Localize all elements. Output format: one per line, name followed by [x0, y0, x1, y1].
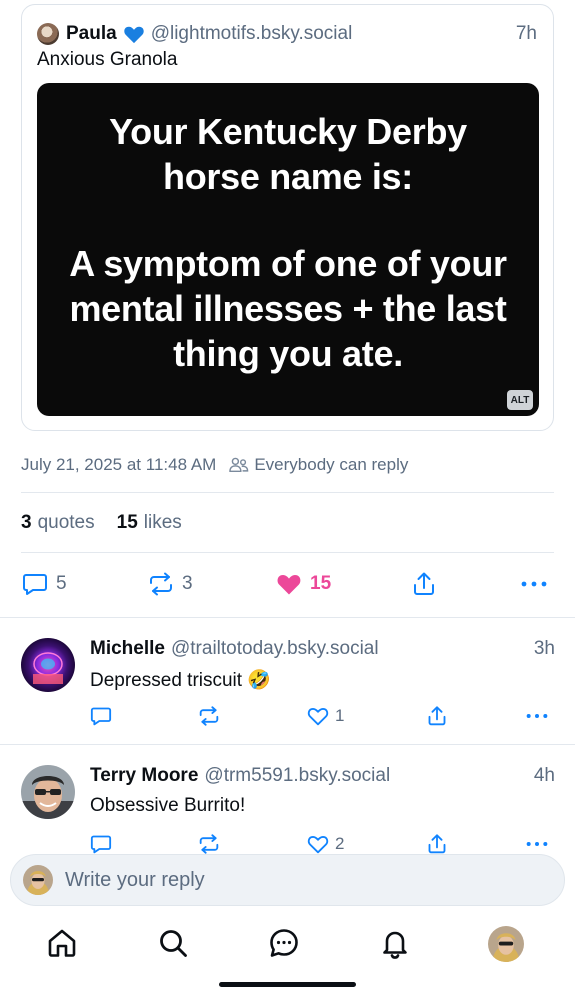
repost-button[interactable]: 3	[148, 568, 193, 600]
nav-search[interactable]	[156, 926, 190, 960]
quoted-author-name[interactable]: Paula	[66, 23, 117, 45]
quoted-post-image[interactable]: Your Kentucky Derby horse name is: A sym…	[37, 83, 539, 416]
heart-outline-icon	[307, 708, 329, 726]
share-icon	[428, 706, 446, 726]
image-text-bottom: A symptom of one of your mental illnesse…	[69, 243, 507, 374]
reply-button[interactable]	[90, 832, 112, 856]
repost-button[interactable]	[198, 704, 220, 728]
share-button[interactable]	[427, 704, 447, 728]
reply-text: Obsessive Burrito!	[90, 795, 246, 816]
like-button[interactable]: 15	[276, 568, 331, 600]
nav-profile[interactable]	[488, 926, 524, 962]
profile-avatar	[488, 926, 524, 962]
reply-setting[interactable]: Everybody can reply	[254, 455, 408, 475]
people-icon	[229, 457, 249, 473]
share-icon	[428, 834, 446, 854]
reply-button[interactable]	[90, 704, 112, 728]
alt-text-badge[interactable]: ALT	[507, 390, 533, 410]
like-button[interactable]: 2	[307, 832, 344, 856]
more-options-button[interactable]	[525, 832, 549, 856]
home-icon	[48, 929, 76, 957]
nav-notifications[interactable]	[378, 926, 412, 960]
post-stats: 3 quotes 15 likes	[21, 511, 182, 535]
quoted-author-handle[interactable]: @lightmotifs.bsky.social	[151, 23, 353, 45]
chat-icon	[270, 929, 298, 957]
repost-count: 3	[182, 573, 193, 594]
reply-action-bar: 1	[0, 704, 575, 728]
post-action-bar: 5 3 15	[0, 568, 575, 600]
reply-icon	[23, 574, 47, 595]
more-options-button[interactable]	[520, 568, 548, 600]
nav-chat[interactable]	[267, 926, 301, 960]
home-indicator	[219, 982, 356, 987]
repost-button[interactable]	[198, 832, 220, 856]
reply-header: Terry Moore @trm5591.bsky.social 4h	[90, 765, 555, 787]
bell-icon	[383, 931, 407, 959]
quoted-post-text: Anxious Granola	[37, 49, 178, 70]
repost-icon	[199, 834, 219, 854]
share-button[interactable]	[412, 568, 436, 600]
quoted-post-header: Paula @lightmotifs.bsky.social 7h	[37, 21, 537, 47]
reply-action-bar: 2	[0, 832, 575, 856]
blue-heart-icon	[124, 26, 144, 44]
avatar[interactable]	[21, 638, 75, 692]
search-icon	[160, 930, 187, 957]
quotes-stat[interactable]: 3 quotes	[21, 512, 95, 534]
reply-author-handle[interactable]: @trm5591.bsky.social	[204, 765, 390, 787]
reply-time: 3h	[533, 638, 555, 659]
more-icon	[521, 581, 547, 587]
reply-count: 5	[56, 573, 67, 594]
reply-composer[interactable]	[10, 854, 565, 906]
quoted-post-time: 7h	[515, 23, 537, 44]
nav-home[interactable]	[45, 926, 79, 960]
like-count: 1	[335, 706, 345, 725]
like-button[interactable]: 1	[307, 704, 344, 728]
image-text-top: Your Kentucky Derby horse name is:	[109, 111, 467, 197]
reply-icon	[90, 835, 112, 854]
share-button[interactable]	[427, 832, 447, 856]
bottom-navigation	[0, 912, 575, 974]
reply-time: 4h	[533, 765, 555, 786]
share-icon	[414, 572, 434, 595]
heart-outline-icon	[307, 836, 329, 854]
likes-stat[interactable]: 15 likes	[117, 512, 182, 534]
reply-button[interactable]: 5	[22, 568, 67, 600]
repost-icon	[199, 706, 219, 726]
reply-item[interactable]: Terry Moore @trm5591.bsky.social 4h Obse…	[0, 745, 575, 855]
reply-item[interactable]: Michelle @trailtotoday.bsky.social 3h De…	[0, 618, 575, 744]
reply-text: Depressed triscuit 🤣	[90, 670, 271, 691]
post-timestamp: July 21, 2025 at 11:48 AM	[21, 455, 217, 474]
reply-author-handle[interactable]: @trailtotoday.bsky.social	[171, 638, 379, 660]
heart-filled-icon	[277, 575, 301, 595]
reply-input[interactable]	[65, 868, 545, 892]
avatar[interactable]	[21, 765, 75, 819]
current-user-avatar	[23, 865, 53, 895]
post-meta: July 21, 2025 at 11:48 AM Everybody can …	[21, 454, 408, 476]
reply-author-name[interactable]: Michelle	[90, 638, 165, 660]
repost-icon	[150, 572, 172, 596]
reply-author-name[interactable]: Terry Moore	[90, 765, 198, 787]
quoted-author-avatar[interactable]	[37, 23, 59, 45]
divider	[21, 492, 554, 493]
more-icon	[526, 714, 548, 718]
more-options-button[interactable]	[525, 704, 549, 728]
reply-icon	[90, 707, 112, 726]
like-count: 2	[335, 834, 345, 853]
reply-header: Michelle @trailtotoday.bsky.social 3h	[90, 638, 555, 660]
quoted-post-card[interactable]: Paula @lightmotifs.bsky.social 7h Anxiou…	[21, 4, 554, 431]
like-count: 15	[310, 573, 332, 594]
more-icon	[526, 842, 548, 846]
divider	[21, 552, 554, 553]
